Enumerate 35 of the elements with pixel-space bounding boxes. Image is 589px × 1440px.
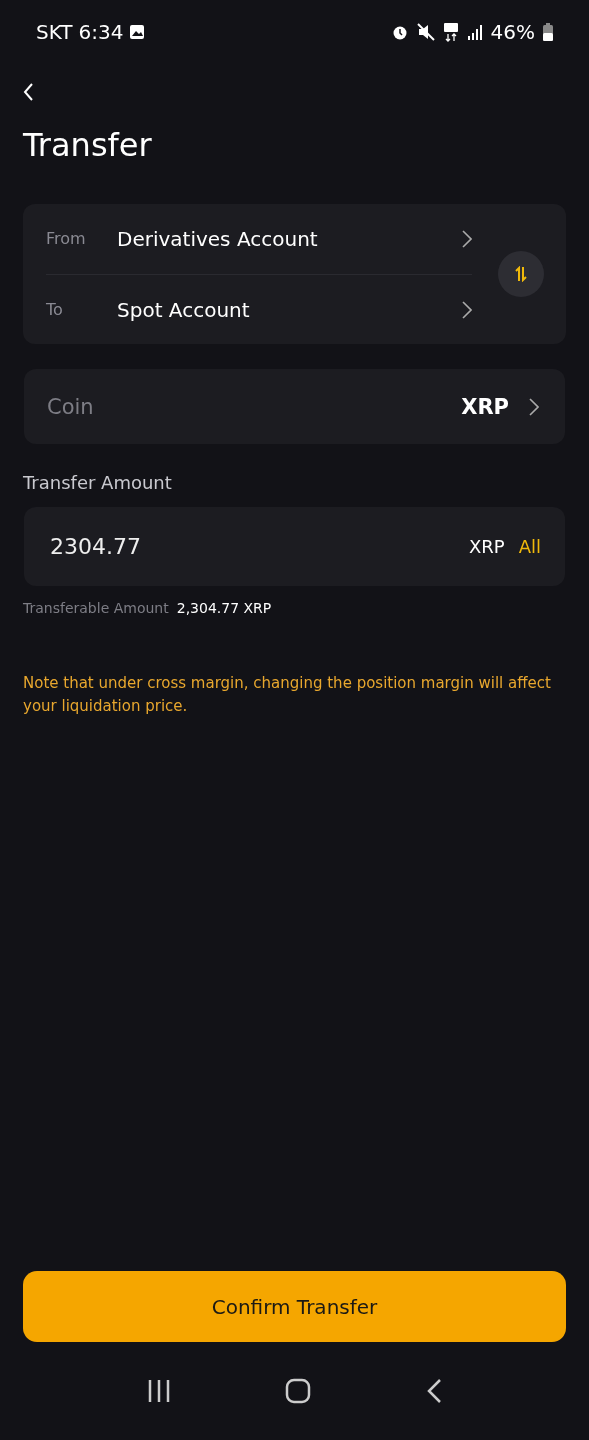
- chevron-right-icon: [462, 300, 472, 319]
- battery-text: 46%: [490, 20, 535, 44]
- all-button[interactable]: All: [518, 536, 541, 557]
- chevron-right-icon: [529, 397, 539, 416]
- amount-field[interactable]: 2304.77 XRP All: [24, 507, 565, 586]
- clock-text: 6:34: [78, 20, 124, 44]
- account-name: Derivatives Account: [117, 226, 319, 251]
- confirm-button[interactable]: Confirm Transfer: [23, 1271, 566, 1342]
- chevron-left-icon: [22, 82, 34, 102]
- swap-arrows-icon: [515, 266, 527, 282]
- recent-apps-icon[interactable]: [147, 1379, 172, 1403]
- amount-label: Transfer Amount: [23, 472, 173, 493]
- account-row[interactable]: From Derivatives Account: [46, 203, 472, 275]
- amount-unit: XRP: [468, 536, 505, 557]
- carrier-text: SKT: [36, 20, 73, 44]
- network-icon: [442, 22, 459, 42]
- coin-selector[interactable]: Coin XRP: [24, 369, 565, 444]
- account-name: Spot Account: [117, 297, 251, 322]
- battery-icon: [543, 23, 553, 41]
- coin-label: Coin: [47, 394, 95, 419]
- swap-button[interactable]: [498, 251, 544, 297]
- margin-note: Note that under cross margin, changing the position margin will affect your liquidation price.: [23, 673, 552, 717]
- page-title: Transfer: [23, 126, 153, 164]
- account-label: To: [46, 300, 64, 319]
- account-label: From: [46, 229, 87, 248]
- image-icon: [129, 24, 146, 40]
- transferable-value: 2,304.77 XRP: [176, 600, 272, 616]
- mute-icon: [416, 23, 435, 41]
- transferable-label: Transferable Amount: [23, 600, 169, 616]
- account-row[interactable]: To Spot Account: [46, 274, 472, 345]
- signal-icon: [466, 24, 483, 40]
- coin-value: XRP: [461, 394, 509, 419]
- back-icon[interactable]: [425, 1378, 442, 1404]
- chevron-right-icon: [462, 229, 472, 248]
- home-icon[interactable]: [285, 1378, 312, 1404]
